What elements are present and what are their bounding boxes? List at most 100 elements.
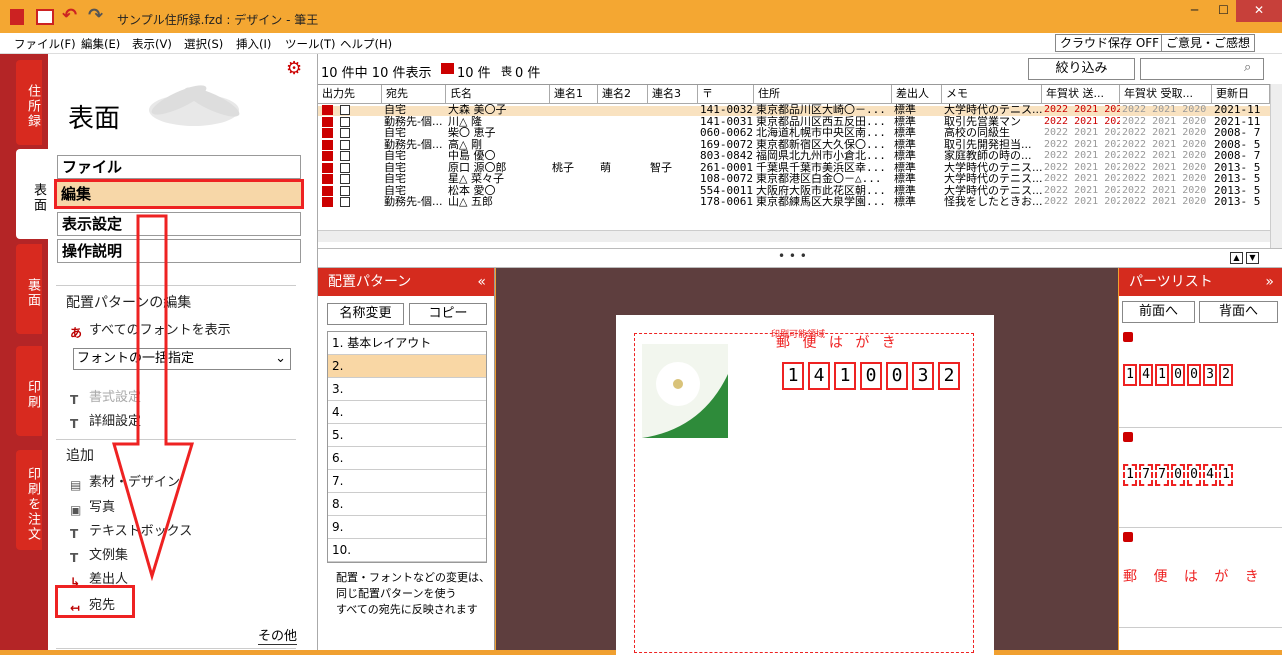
more-link[interactable]: その他 [258,625,298,645]
table-row[interactable]: 自宅 大森 美〇子 141-0032 東京都品川区大崎〇－... 標準 大学時代のテニス.… [318,104,1270,116]
search-icon[interactable]: ⌕ [1244,60,1251,75]
minimize-button[interactable]: ─ [1180,0,1209,22]
col-nenga-recv[interactable]: 年賀状 受取... [1120,85,1212,104]
printer-icon[interactable] [322,116,333,127]
collapse-down-icon[interactable]: ▼ [1246,252,1259,264]
list-item[interactable]: 7. [328,470,486,493]
save-icon[interactable] [36,9,54,25]
col-renmei2[interactable]: 連名2 [598,85,648,104]
table-row[interactable]: 勤務先-個... 高△ 剛 169-0072 東京都新宿区大久保〇... 標準 取引先開発… [318,139,1270,151]
design-canvas[interactable]: 印刷可能領域 郵 便 は が き 1410032 [496,268,1118,655]
list-item[interactable]: 4. [328,401,486,424]
printer-icon[interactable] [322,185,333,196]
part-item[interactable]: 1770041 [1119,428,1282,528]
table-row[interactable]: 自宅 柴〇 恵子 060-0062 北海道札幌市中央区南... 標準 高校の同級生 2008… [318,127,1270,139]
add-photo[interactable]: ▣ 写真 [70,496,115,519]
copy-button[interactable]: コピー [409,303,487,325]
vertical-scrollbar[interactable] [1270,84,1282,259]
table-row[interactable]: 自宅 中島 優〇 803-0842 福岡県北九州市小倉北... 標準 家庭教師の時の...… [318,150,1270,162]
postcard[interactable]: 印刷可能領域 郵 便 は が き 1410032 [616,315,994,655]
row-checkbox[interactable] [340,128,350,138]
printer-icon[interactable] [322,151,333,161]
bring-front-button[interactable]: 前面へ [1122,301,1195,323]
cloud-save-button[interactable]: クラウド保存 OFF [1055,34,1165,52]
table-row[interactable]: 自宅 松本 愛〇 554-0011 大阪府大阪市此花区朝... 標準 大学時代のテニス..… [318,185,1270,197]
lily-image[interactable] [642,344,728,438]
col-output[interactable]: 出力先 [318,85,382,104]
filter-button[interactable]: 絞り込み [1028,58,1135,80]
col-sender[interactable]: 差出人 [892,85,942,104]
menu-view[interactable]: 表示(V) [132,36,172,52]
menu-file-item[interactable]: ファイル [57,155,301,179]
table-row[interactable]: 自宅 星△ 菜々子 108-0072 東京都港区白金〇－△... 標準 大学時代のテニス.… [318,173,1270,185]
zip-boxes[interactable]: 1410032 [782,362,964,390]
lock-icon[interactable] [1123,432,1133,442]
row-checkbox[interactable] [340,151,350,161]
lock-icon[interactable] [1123,532,1133,542]
table-row[interactable]: 自宅 原口 源〇郎 桃子 萌 智子 261-0001 千葉県千葉市美浜区幸... 標準 大学時代… [318,161,1270,174]
tab-front[interactable]: 表面 [16,149,48,239]
close-button[interactable]: ✕ [1236,0,1282,22]
send-back-button[interactable]: 背面へ [1199,301,1278,323]
menu-insert[interactable]: 挿入(I) [236,36,271,52]
col-zip[interactable]: 〒 [698,85,754,104]
horizontal-scrollbar[interactable] [318,230,1270,242]
table-cell: 萌 [600,161,611,174]
menu-edit-item[interactable]: 編集 [54,179,304,209]
undo-icon[interactable]: ↶ [62,7,80,25]
printer-icon[interactable] [322,197,333,207]
list-item[interactable]: 5. [328,424,486,447]
splitter-handle-icon[interactable]: • • • [778,249,807,263]
col-updated[interactable]: 更新日 [1212,85,1270,104]
menu-help[interactable]: ヘルプ(H) [340,36,392,52]
tab-print[interactable]: 印刷 [16,346,42,436]
row-checkbox[interactable] [340,116,350,127]
printer-icon[interactable] [322,128,333,138]
printer-icon[interactable] [322,162,333,173]
row-checkbox[interactable] [340,185,350,196]
printer-icon[interactable] [322,105,333,115]
rename-button[interactable]: 名称変更 [327,303,404,325]
gear-icon[interactable]: ⚙ [286,58,302,79]
lock-icon[interactable] [1123,332,1133,342]
row-checkbox[interactable] [340,162,350,173]
printer-icon[interactable] [322,174,333,184]
menu-select[interactable]: 選択(S) [184,36,223,52]
tab-address-book[interactable]: 住所録 [16,60,42,145]
col-name[interactable]: 氏名 [446,85,550,104]
col-renmei1[interactable]: 連名1 [550,85,598,104]
collapse-right-icon[interactable]: » [1265,268,1274,296]
maximize-button[interactable]: ☐ [1209,0,1238,22]
list-item[interactable]: 1. 基本レイアウト [328,332,486,355]
feedback-button[interactable]: ご意見・ご感想 [1161,34,1256,52]
tab-back[interactable]: 裏面 [16,244,42,334]
list-item[interactable]: 6. [328,447,486,470]
part-item[interactable]: 郵 便 は が き [1119,528,1282,628]
collapse-up-icon[interactable]: ▲ [1230,252,1243,264]
part-item[interactable]: 1410032 [1119,328,1282,428]
table-row[interactable]: 勤務先-個... 山△ 五郎 178-0061 東京都練馬区大泉学園... 標準 怪我をし… [318,196,1270,208]
list-item[interactable]: 9. [328,516,486,539]
col-address[interactable]: 住所 [754,85,892,104]
menu-file[interactable]: ファイル(F) [14,36,76,52]
col-memo[interactable]: メモ [942,85,1042,104]
menu-edit[interactable]: 編集(E) [81,36,120,52]
list-item[interactable]: 8. [328,493,486,516]
col-dest[interactable]: 宛先 [382,85,446,104]
table-row[interactable]: 勤務先-個... 川△ 隆 141-0031 東京都品川区西五反田... 標準 取引先営業… [318,116,1270,128]
redo-icon[interactable]: ↷ [88,7,106,25]
list-item[interactable]: 2. [328,355,486,378]
row-checkbox[interactable] [340,197,350,207]
row-checkbox[interactable] [340,139,350,150]
printer-icon[interactable] [322,139,333,150]
col-renmei3[interactable]: 連名3 [648,85,698,104]
row-checkbox[interactable] [340,105,350,115]
menu-tools[interactable]: ツール(T) [285,36,336,52]
list-item[interactable]: 3. [328,378,486,401]
tab-order-print[interactable]: 印刷を注文 [16,450,42,550]
col-nenga-sent[interactable]: 年賀状 送... [1042,85,1120,104]
panel-splitter[interactable]: • • • ▲ ▼ [318,248,1282,268]
collapse-left-icon[interactable]: « [477,268,486,296]
list-item[interactable]: 10. [328,539,486,562]
row-checkbox[interactable] [340,174,350,184]
